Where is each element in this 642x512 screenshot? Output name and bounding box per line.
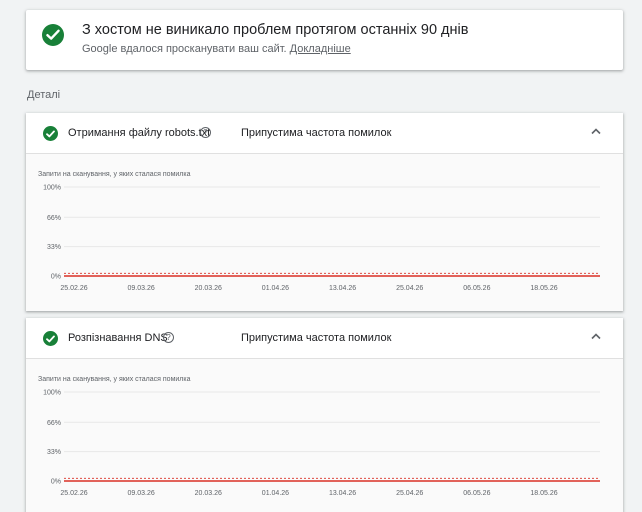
check-circle-icon — [43, 331, 58, 346]
summary-subtitle: Google вдалося просканувати ваш сайт. До… — [82, 43, 351, 55]
panel-status: Припустима частота помилок — [241, 127, 392, 139]
panel-title: Розпізнавання DNS — [68, 332, 168, 344]
chart-robots-fetch: Запити на сканування, у яких сталася пом… — [38, 171, 600, 292]
summary-title: З хостом не виникало проблем протягом ос… — [82, 22, 469, 38]
help-circle-icon[interactable]: ? — [163, 332, 174, 343]
x-tick-label: 20.03.26 — [195, 490, 222, 497]
panel-title: Отримання файлу robots.txt — [68, 127, 211, 139]
dns-resolution-panel: Розпізнавання DNS ? Припустима частота п… — [26, 318, 623, 512]
x-tick-label: 18.05.26 — [530, 490, 557, 497]
y-tick-label: 100% — [43, 390, 61, 397]
chart-dns-resolution: Запити на сканування, у яких сталася пом… — [38, 376, 600, 497]
x-tick-label: 09.03.26 — [128, 285, 155, 292]
y-axis-label: Запити на сканування, у яких сталася пом… — [38, 376, 191, 383]
y-tick-label: 66% — [47, 420, 61, 427]
y-tick-label: 66% — [47, 215, 61, 222]
y-tick-label: 33% — [47, 449, 61, 456]
learn-more-link[interactable]: Докладніше — [290, 43, 351, 55]
x-tick-label: 09.03.26 — [128, 490, 155, 497]
x-tick-label: 25.02.26 — [60, 490, 87, 497]
check-circle-icon — [42, 24, 64, 46]
x-tick-label: 06.05.26 — [463, 490, 490, 497]
x-tick-label: 06.05.26 — [463, 285, 490, 292]
y-tick-label: 0% — [51, 479, 61, 486]
robots-fetch-panel: Отримання файлу robots.txt ? Припустима … — [26, 113, 623, 311]
help-circle-icon[interactable]: ? — [200, 127, 211, 138]
x-tick-label: 25.04.26 — [396, 490, 423, 497]
x-tick-label: 01.04.26 — [262, 490, 289, 497]
x-tick-label: 20.03.26 — [195, 285, 222, 292]
details-heading: Деталі — [27, 89, 61, 101]
summary-subtitle-text: Google вдалося просканувати ваш сайт. — [82, 43, 287, 55]
dns-resolution-panel-header[interactable]: Розпізнавання DNS ? Припустима частота п… — [26, 318, 623, 359]
y-tick-label: 33% — [47, 244, 61, 251]
x-tick-label: 25.04.26 — [396, 285, 423, 292]
robots-fetch-panel-header[interactable]: Отримання файлу robots.txt ? Припустима … — [26, 113, 623, 154]
x-tick-label: 13.04.26 — [329, 490, 356, 497]
panel-status: Припустима частота помилок — [241, 332, 392, 344]
x-tick-label: 13.04.26 — [329, 285, 356, 292]
x-tick-label: 25.02.26 — [60, 285, 87, 292]
chevron-up-icon[interactable] — [591, 333, 601, 340]
chevron-up-icon[interactable] — [591, 128, 601, 135]
y-tick-label: 100% — [43, 185, 61, 192]
y-axis-label: Запити на сканування, у яких сталася пом… — [38, 171, 191, 178]
host-status-summary-card: З хостом не виникало проблем протягом ос… — [26, 10, 623, 70]
check-circle-icon — [43, 126, 58, 141]
x-tick-label: 01.04.26 — [262, 285, 289, 292]
y-tick-label: 0% — [51, 274, 61, 281]
x-tick-label: 18.05.26 — [530, 285, 557, 292]
